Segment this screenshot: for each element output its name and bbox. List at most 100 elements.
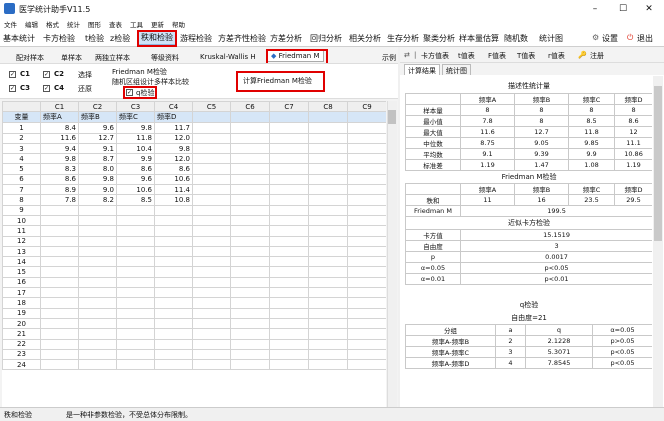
data-cell[interactable] xyxy=(269,122,309,134)
data-cell[interactable] xyxy=(308,204,348,216)
data-cell[interactable]: 8.9 xyxy=(40,184,79,196)
data-cell[interactable] xyxy=(40,287,79,299)
data-cell[interactable]: 7.8 xyxy=(40,194,79,206)
data-cell[interactable]: 8.6 xyxy=(154,163,193,175)
data-cell[interactable] xyxy=(40,307,79,319)
data-cell[interactable] xyxy=(116,287,155,299)
data-cell[interactable] xyxy=(269,266,309,278)
tab-z-test[interactable]: z检验 xyxy=(110,33,130,44)
tab-anova[interactable]: 方差分析 xyxy=(270,33,302,44)
data-cell[interactable]: 9.4 xyxy=(40,142,79,155)
data-cell[interactable] xyxy=(230,348,270,361)
data-cell[interactable] xyxy=(40,328,79,340)
tab-homogeneity[interactable]: 方差齐性检验 xyxy=(218,33,266,44)
data-cell[interactable] xyxy=(269,225,309,237)
data-cell[interactable] xyxy=(192,287,231,299)
column-header[interactable]: C3 xyxy=(116,101,155,113)
data-cell[interactable]: 8.7 xyxy=(78,153,117,165)
menu-tools[interactable]: 工具 xyxy=(130,19,143,29)
register-icon[interactable]: 🔑 xyxy=(578,51,587,59)
data-cell[interactable] xyxy=(40,359,79,371)
tab-survival[interactable]: 生存分析 xyxy=(387,33,419,44)
data-cell[interactable] xyxy=(78,204,117,216)
f-table-button[interactable]: F值表 xyxy=(488,51,506,61)
data-cell[interactable]: 9.8 xyxy=(40,153,79,165)
data-cell[interactable]: 12.0 xyxy=(154,132,193,144)
data-cell[interactable] xyxy=(308,338,348,350)
data-cell[interactable] xyxy=(116,338,155,350)
data-cell[interactable] xyxy=(192,204,231,216)
results-scrollbar-thumb[interactable] xyxy=(654,86,662,241)
data-cell[interactable] xyxy=(116,256,155,268)
data-cell[interactable] xyxy=(192,276,231,289)
data-cell[interactable] xyxy=(192,184,231,196)
data-cell[interactable] xyxy=(230,194,270,206)
data-cell[interactable] xyxy=(192,256,231,268)
t-table-button[interactable]: t值表 xyxy=(458,51,475,61)
data-cell[interactable] xyxy=(347,153,386,165)
grid-scrollbar[interactable] xyxy=(387,101,397,407)
data-cell[interactable] xyxy=(78,307,117,319)
data-cell[interactable] xyxy=(116,359,155,371)
data-cell[interactable] xyxy=(269,276,309,289)
data-cell[interactable] xyxy=(78,235,117,247)
data-cell[interactable] xyxy=(347,287,386,299)
data-cell[interactable] xyxy=(40,214,79,227)
data-cell[interactable] xyxy=(192,317,231,330)
checkbox-c4[interactable]: ✓ xyxy=(43,85,50,92)
data-cell[interactable] xyxy=(269,235,309,247)
data-cell[interactable] xyxy=(230,153,270,165)
data-cell[interactable] xyxy=(230,359,270,371)
data-cell[interactable] xyxy=(40,225,79,237)
exit-button[interactable]: 退出 xyxy=(637,33,653,44)
subtab-kruskal-wallis[interactable]: Kruskal-Wallis H xyxy=(200,53,256,61)
column-header[interactable]: C7 xyxy=(269,101,309,113)
data-cell[interactable] xyxy=(308,142,348,155)
data-cell[interactable] xyxy=(269,307,309,319)
T-table-button[interactable]: T值表 xyxy=(517,51,535,61)
data-cell[interactable] xyxy=(154,256,193,268)
tab-sample-size[interactable]: 样本量估算 xyxy=(459,33,499,44)
data-cell[interactable] xyxy=(192,173,231,186)
data-cell[interactable]: 8.0 xyxy=(78,163,117,175)
data-cell[interactable] xyxy=(230,132,270,144)
data-cell[interactable] xyxy=(347,307,386,319)
data-cell[interactable] xyxy=(192,348,231,361)
data-cell[interactable] xyxy=(154,266,193,278)
data-cell[interactable] xyxy=(230,225,270,237)
data-cell[interactable] xyxy=(40,245,79,258)
data-cell[interactable]: 9.8 xyxy=(154,142,193,155)
data-cell[interactable] xyxy=(78,359,117,371)
data-cell[interactable] xyxy=(347,338,386,350)
minimize-button[interactable]: – xyxy=(584,2,606,16)
data-cell[interactable] xyxy=(308,287,348,299)
data-cell[interactable] xyxy=(78,297,117,309)
checkbox-c2[interactable]: ✓ xyxy=(43,71,50,78)
data-cell[interactable] xyxy=(192,307,231,319)
data-cell[interactable] xyxy=(154,338,193,350)
data-cell[interactable] xyxy=(78,266,117,278)
data-cell[interactable] xyxy=(230,142,270,155)
gear-icon[interactable]: ⚙ xyxy=(592,33,599,42)
tab-stat-chart[interactable]: 统计图 xyxy=(539,33,563,44)
register-button[interactable]: 注册 xyxy=(590,51,604,61)
data-cell[interactable] xyxy=(269,256,309,268)
data-cell[interactable]: 12.7 xyxy=(78,132,117,144)
data-cell[interactable] xyxy=(78,214,117,227)
data-cell[interactable] xyxy=(116,328,155,340)
data-cell[interactable]: 9.1 xyxy=(78,142,117,155)
variable-name-cell[interactable] xyxy=(230,111,270,124)
data-cell[interactable] xyxy=(192,163,231,175)
data-cell[interactable] xyxy=(116,348,155,361)
data-cell[interactable]: 8.6 xyxy=(116,163,155,175)
swap-icon[interactable]: ⇄ xyxy=(404,51,410,59)
variable-name-cell[interactable] xyxy=(192,111,231,124)
data-cell[interactable] xyxy=(230,214,270,227)
tab-chi-square[interactable]: 卡方检验 xyxy=(43,33,75,44)
subtab-two-independent[interactable]: 两独立样本 xyxy=(95,53,130,63)
data-cell[interactable] xyxy=(269,132,309,144)
data-cell[interactable] xyxy=(230,173,270,186)
data-cell[interactable] xyxy=(116,245,155,258)
data-cell[interactable] xyxy=(40,317,79,330)
data-cell[interactable]: 8.3 xyxy=(40,163,79,175)
